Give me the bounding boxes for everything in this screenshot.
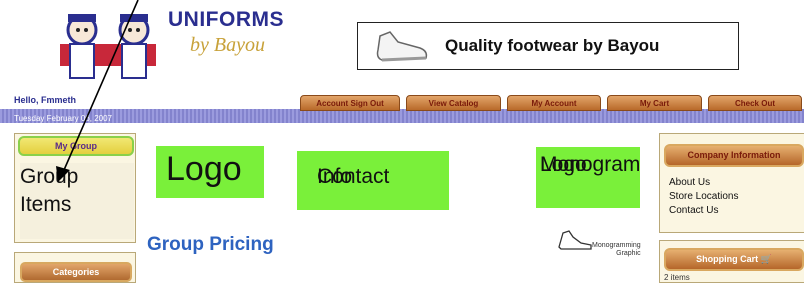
banner-text: Quality footwear by Bayou — [445, 36, 660, 55]
group-items-line1: Group — [20, 165, 79, 188]
tab-view-catalog[interactable]: View Catalog — [406, 95, 501, 111]
shopping-cart-label: Shopping Cart — [696, 254, 759, 264]
contact-us-link[interactable]: Contact Us — [669, 205, 718, 216]
shopping-cart-header[interactable]: Shopping Cart 🛒 — [664, 248, 804, 271]
group-pricing-heading: Group Pricing — [147, 234, 274, 255]
cart-icon: 🛒 — [760, 254, 772, 264]
my-group-header[interactable]: My Group — [18, 136, 134, 156]
monogram-line2: Logo — [540, 153, 587, 176]
tab-account-sign-out[interactable]: Account Sign Out — [300, 95, 400, 111]
greeting: Hello, Fmmeth — [14, 95, 77, 105]
logo-script-text: by Bayou — [190, 34, 265, 56]
tab-check-out[interactable]: Check Out — [708, 95, 802, 111]
contact-line2: Info — [317, 165, 353, 188]
monogram-graphic-line1: Monogramming — [592, 242, 641, 249]
company-info-header[interactable]: Company Information — [664, 144, 804, 167]
store-locations-link[interactable]: Store Locations — [669, 191, 739, 202]
group-items-line2: Items — [20, 193, 72, 216]
tab-my-account[interactable]: My Account — [507, 95, 601, 111]
about-us-link[interactable]: About Us — [669, 177, 710, 188]
monogram-graphic-line2: Graphic — [616, 250, 641, 257]
logo-placeholder: Logo — [156, 146, 264, 198]
logo-text: UNIFORMS — [168, 8, 284, 31]
contact-info-placeholder: Contact Info — [297, 151, 449, 210]
tab-my-cart[interactable]: My Cart — [607, 95, 702, 111]
nav-bar — [0, 109, 804, 123]
current-date: Tuesday February 06, 2007 — [14, 114, 112, 123]
monogram-logo-placeholder: Monogram Logo — [536, 147, 640, 208]
logo-placeholder-label: Logo — [166, 150, 242, 188]
monogram-graphic-label: Monogramming Graphic — [592, 242, 641, 258]
group-items-link[interactable]: Group Items — [20, 163, 134, 239]
categories-header[interactable]: Categories — [20, 262, 132, 282]
shirt-outline-icon — [558, 230, 592, 250]
shoe-icon — [376, 31, 428, 62]
